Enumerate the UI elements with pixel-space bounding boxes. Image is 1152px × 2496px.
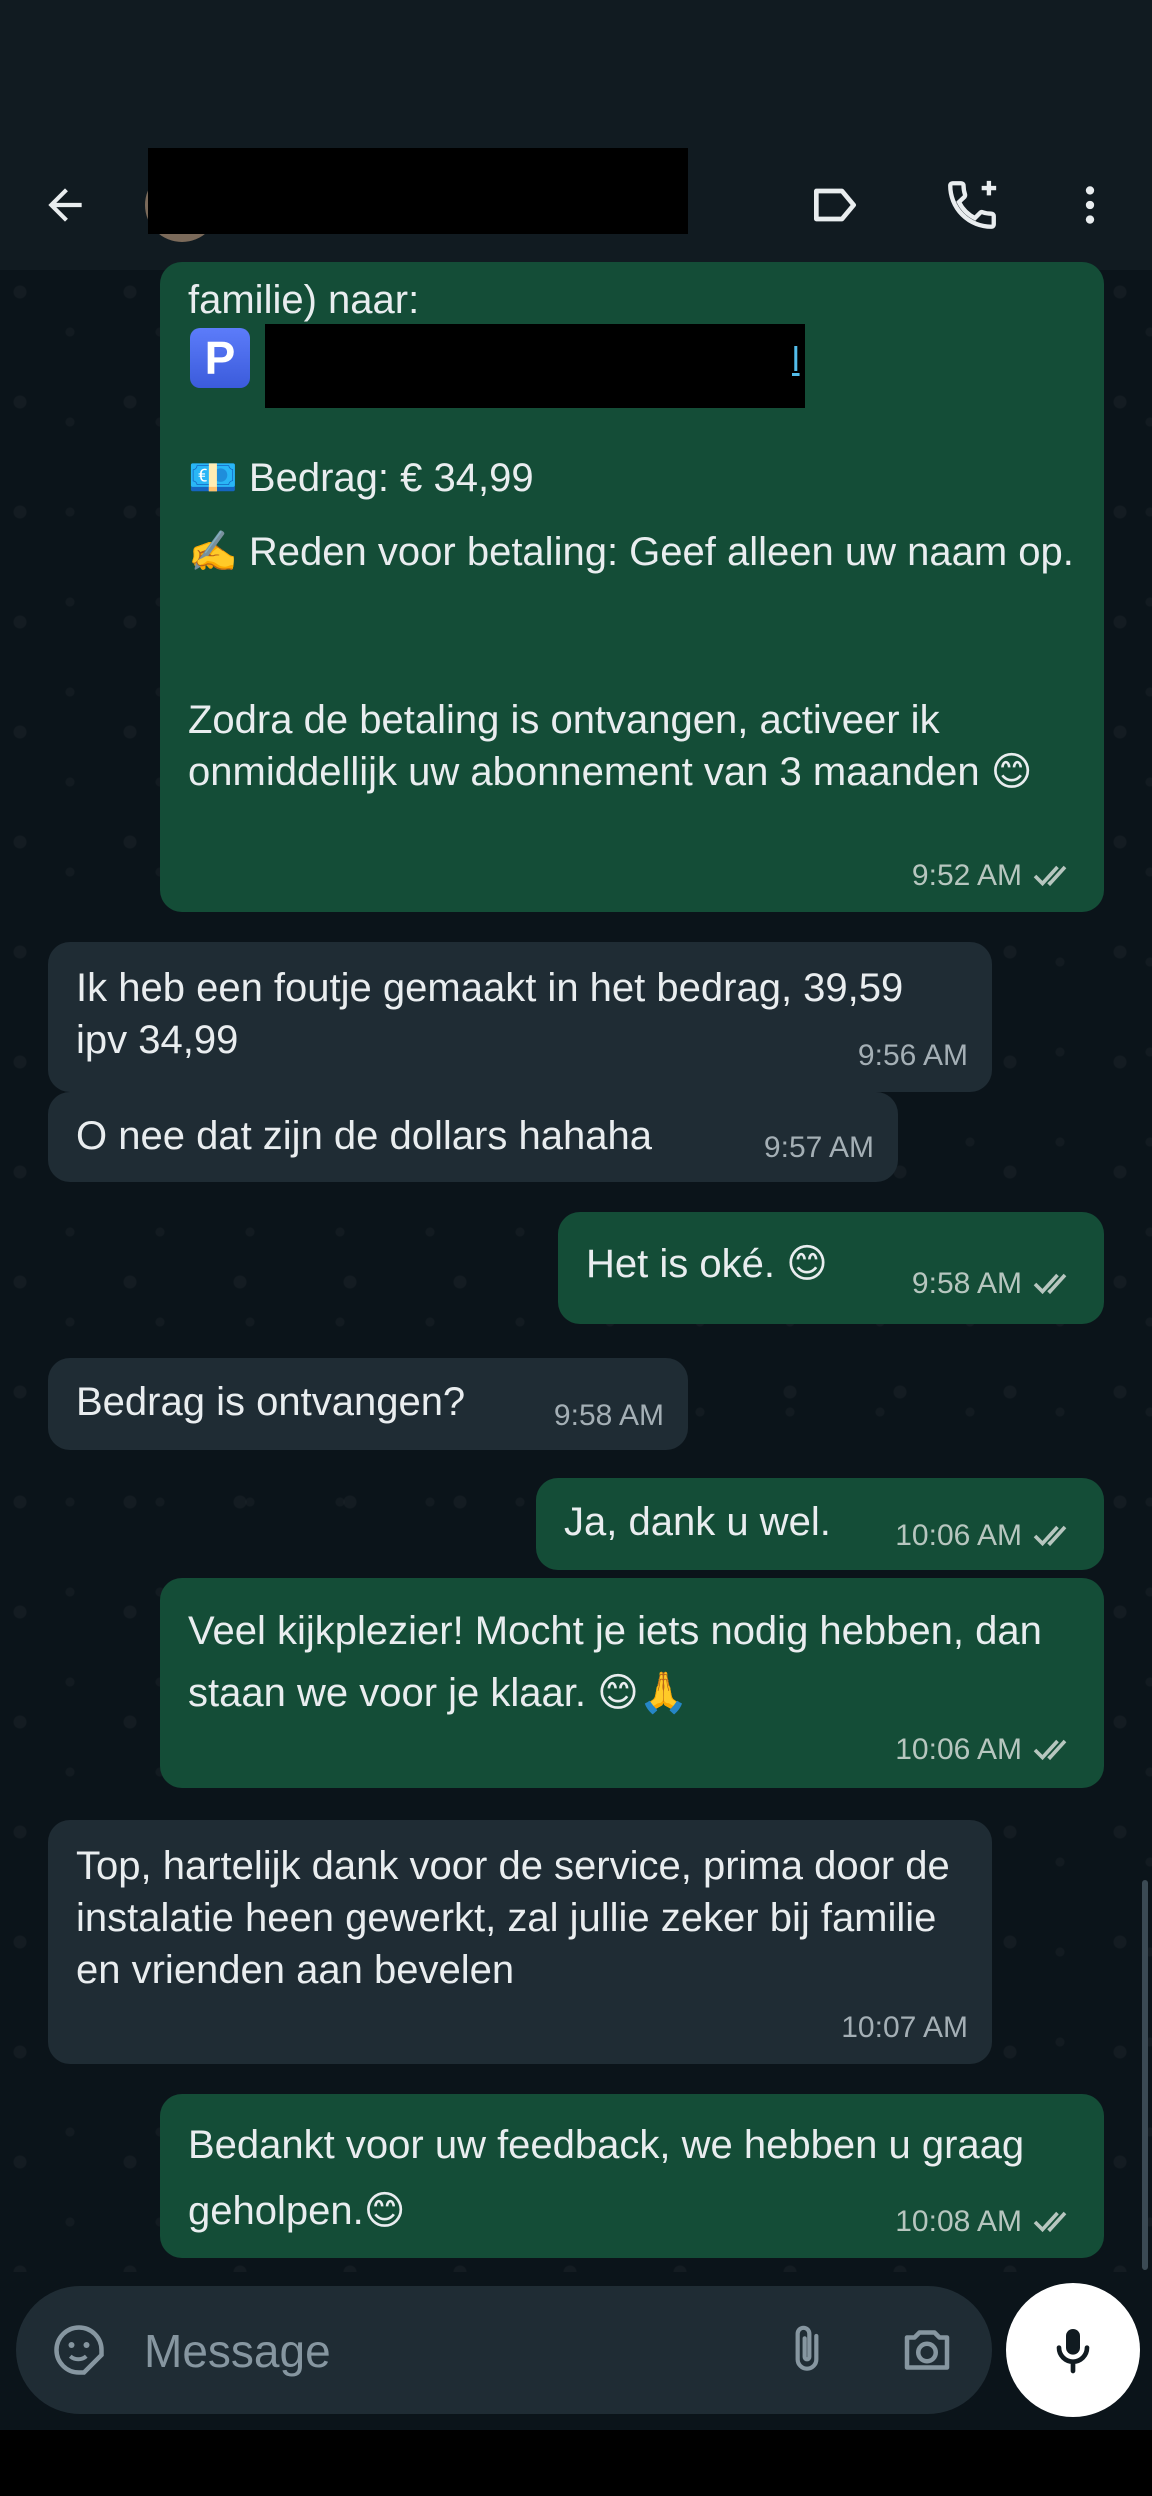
redacted-link: [265, 324, 805, 408]
reason-text: ✍️ Reden voor betaling: Geef alleen uw n…: [188, 530, 1074, 574]
message-meta: 9:57 AM: [764, 1122, 874, 1174]
message-text: Veel kijkplezier! Mocht je iets nodig he…: [188, 1609, 1042, 1715]
activation-text: Zodra de betaling is ontvangen, activeer…: [188, 698, 1033, 794]
double-check-icon: [1033, 1525, 1067, 1547]
message-time: 9:52 AM: [911, 859, 1022, 892]
message-time: 10:07 AM: [841, 2011, 968, 2044]
message-text: O nee dat zijn de dollars hahaha: [76, 1114, 652, 1158]
message-meta: 9:52 AM: [912, 850, 1080, 902]
message-incoming[interactable]: Bedrag is ontvangen? 9:58 AM: [48, 1358, 688, 1450]
message-incoming[interactable]: O nee dat zijn de dollars hahaha 9:57 AM: [48, 1092, 898, 1182]
double-check-icon: [1033, 1739, 1067, 1761]
message-outgoing[interactable]: Veel kijkplezier! Mocht je iets nodig he…: [160, 1578, 1104, 1788]
mic-icon: [1056, 2329, 1090, 2374]
message-outgoing[interactable]: Het is oké. 😊 9:58 AM: [558, 1212, 1104, 1324]
contact-name-redacted[interactable]: [148, 148, 688, 234]
message-meta: 10:07 AM: [841, 2002, 968, 2054]
attach-icon[interactable]: [772, 2315, 842, 2385]
message-incoming[interactable]: Top, hartelijk dank voor de service, pri…: [48, 1820, 992, 2064]
message-meta: 10:06 AM: [895, 1724, 1080, 1776]
message-incoming[interactable]: Ik heb een foutje gemaakt in het bedrag,…: [48, 942, 992, 1092]
message-outgoing[interactable]: Bedankt voor uw feedback, we hebben u gr…: [160, 2094, 1104, 2258]
message-input[interactable]: [142, 2310, 726, 2392]
back-arrow-icon[interactable]: [30, 170, 100, 240]
message-outgoing[interactable]: Ja, dank u wel. 10:06 AM: [536, 1478, 1104, 1570]
message-time: 10:06 AM: [895, 1519, 1022, 1552]
message-composer: [16, 2286, 992, 2414]
message-meta: 9:58 AM: [554, 1390, 664, 1442]
double-check-icon: [1033, 1273, 1067, 1295]
sticker-icon[interactable]: [44, 2315, 114, 2385]
message-time: 9:58 AM: [911, 1267, 1022, 1300]
payment-link-fragment[interactable]: l: [792, 334, 800, 386]
label-icon[interactable]: [800, 170, 870, 240]
message-text: familie) naar:: [188, 278, 420, 322]
camera-icon[interactable]: [892, 2315, 962, 2385]
message-meta: 9:58 AM: [912, 1258, 1080, 1310]
message-meta: 10:08 AM: [895, 2196, 1080, 2248]
message-time: 9:58 AM: [553, 1399, 664, 1432]
chat-header: [0, 140, 1152, 272]
amount-text: 💶 Bedrag: € 34,99: [188, 456, 534, 500]
scrollbar[interactable]: [1142, 1880, 1148, 2270]
message-outgoing[interactable]: familie) naar: P l 💶 Bedrag: € 34,99 ✍️ …: [160, 262, 1104, 912]
double-check-icon: [1033, 865, 1067, 887]
message-meta: 9:56 AM: [858, 1030, 968, 1082]
mic-button[interactable]: [1006, 2283, 1140, 2417]
message-text: Ik heb een foutje gemaakt in het bedrag,…: [76, 966, 904, 1062]
message-time: 10:06 AM: [895, 1733, 1022, 1766]
parking-p-icon: P: [190, 328, 250, 388]
system-nav-bar: [0, 2430, 1152, 2496]
message-text: Top, hartelijk dank voor de service, pri…: [76, 1844, 950, 1992]
message-time: 9:56 AM: [857, 1039, 968, 1072]
double-check-icon: [1033, 2211, 1067, 2233]
more-vertical-icon[interactable]: [1055, 170, 1125, 240]
message-time: 9:57 AM: [763, 1131, 874, 1164]
status-bar: [0, 0, 1152, 140]
message-meta: 10:06 AM: [895, 1510, 1080, 1562]
message-time: 10:08 AM: [895, 2205, 1022, 2238]
message-list[interactable]: familie) naar: P l 💶 Bedrag: € 34,99 ✍️ …: [0, 262, 1152, 2272]
add-call-icon[interactable]: [937, 170, 1007, 240]
